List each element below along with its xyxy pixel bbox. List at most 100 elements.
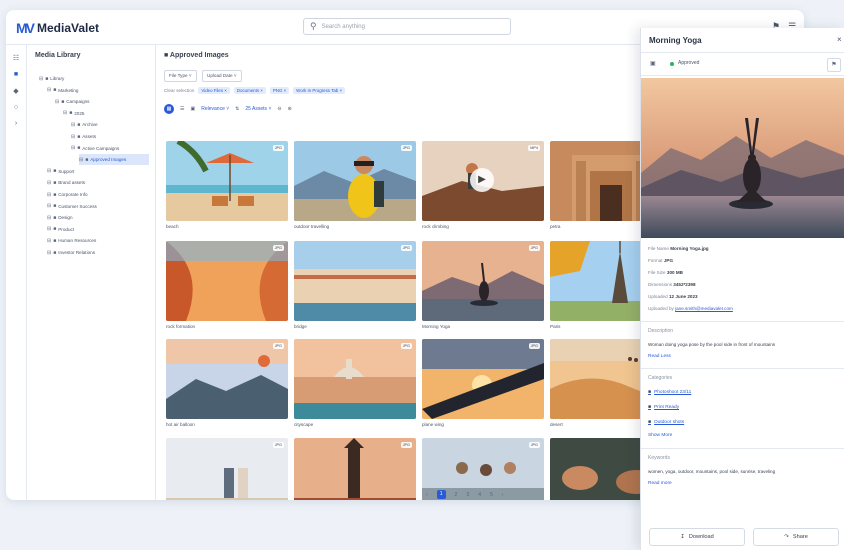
tree-item[interactable]: ⊟ ■ Corporate Info [47, 189, 149, 200]
asset-card[interactable]: JPG [294, 438, 416, 500]
clear-selection-link[interactable]: Clear selection [164, 88, 194, 93]
asset-card[interactable]: JPG [166, 438, 288, 500]
list-view-icon[interactable]: ☰ [180, 106, 184, 112]
search-input[interactable]: Search anything [322, 24, 365, 30]
tree-item[interactable]: ⊟ ■ Product [47, 224, 149, 235]
tree-item[interactable]: ⊟ ■ 2025 [63, 108, 149, 119]
tree-item[interactable]: ⊟ ■ Library [39, 73, 149, 84]
tag-icon[interactable]: ◆ [6, 87, 26, 95]
expand-toggle-icon[interactable]: ⊟ [39, 76, 43, 82]
zoom-out-icon[interactable]: ⊖ [277, 106, 281, 112]
tree-item[interactable]: ⊟ ■ Human Resources [47, 235, 149, 246]
folder-icon[interactable]: ■ [6, 71, 26, 78]
show-more-link[interactable]: Show More [648, 433, 672, 438]
gallery-view-icon[interactable]: ▣ [190, 106, 195, 112]
upload-date-filter[interactable]: Upload Date ˅ [202, 70, 242, 82]
expand-toggle-icon[interactable]: ⊟ [55, 99, 59, 105]
asset-card[interactable]: JPG hot air balloon [166, 339, 288, 431]
zoom-in-icon[interactable]: ⊕ [288, 106, 292, 112]
asset-card[interactable]: MP4 ▶ rock climbing [422, 141, 544, 233]
page-1[interactable]: 1 [436, 490, 446, 499]
bell-icon[interactable]: ⚑ [827, 58, 841, 72]
asset-thumbnail[interactable] [294, 241, 416, 321]
asset-thumbnail[interactable] [166, 241, 288, 321]
tree-item-label: Corporate Info [58, 192, 88, 197]
asset-thumbnail[interactable] [166, 339, 288, 419]
category-link[interactable]: ■ Photoshoot 23/11 [648, 389, 691, 395]
sort-dropdown[interactable]: Relevance ˅ [201, 106, 229, 112]
tree-item[interactable]: ⊟ ■ Brand assets [47, 177, 149, 188]
page-3[interactable]: 3 [466, 492, 469, 498]
asset-card[interactable]: JPG rock formation [166, 241, 288, 333]
filter-icon[interactable]: ☷ [6, 54, 26, 62]
grid-view-icon[interactable]: ▦ [164, 104, 174, 114]
sort-order-icon[interactable]: ⇅ [235, 106, 239, 112]
asset-thumbnail[interactable] [166, 438, 288, 500]
expand-toggle-icon[interactable]: ⊟ [47, 226, 51, 232]
expand-toggle-icon[interactable]: ⊟ [47, 203, 51, 209]
read-more-link[interactable]: Read more [648, 481, 672, 486]
page-2[interactable]: 2 [455, 492, 458, 498]
category-link[interactable]: ■ Print Ready [648, 404, 679, 410]
asset-thumbnail[interactable] [422, 241, 544, 321]
asset-thumbnail[interactable] [294, 438, 416, 500]
play-icon[interactable]: ▶ [470, 168, 494, 192]
tree-item[interactable]: ⊟ ■ Active Campaigns [71, 143, 149, 154]
file-type-filter[interactable]: File Type ˅ [164, 70, 197, 82]
meta-value: 12 June 2023 [668, 294, 698, 299]
page-5[interactable]: 5 [490, 492, 493, 498]
tree-item[interactable]: ⊟ ■ Archive [71, 119, 149, 130]
tree-item[interactable]: ⊟ ■ Approved Images [79, 154, 149, 166]
share-button[interactable]: ↷ Share [753, 528, 839, 546]
page-size-dropdown[interactable]: 25 Assets ˅ [245, 106, 271, 112]
asset-card[interactable]: JPG plane wing [422, 339, 544, 431]
share-icon[interactable]: ○ [6, 104, 26, 111]
asset-card[interactable]: JPG bridge [294, 241, 416, 333]
filter-chip[interactable]: Video Files × [198, 87, 230, 94]
tree-item[interactable]: ⊟ ■ Support [47, 166, 149, 177]
search-bar[interactable]: ⚲ Search anything [303, 18, 511, 35]
category-label: Outdoor shots [654, 419, 685, 425]
asset-card[interactable]: JPG cityscape [294, 339, 416, 431]
tree-item[interactable]: ⊟ ■ Assets [71, 131, 149, 142]
collapse-icon[interactable]: › [6, 120, 26, 127]
download-button[interactable]: ↧ Download [649, 528, 745, 546]
expand-toggle-icon[interactable]: ⊟ [71, 122, 75, 128]
asset-thumbnail[interactable] [166, 141, 288, 221]
filter-chip[interactable]: PNG × [269, 87, 290, 94]
asset-card[interactable]: JPG beach [166, 141, 288, 233]
close-icon[interactable]: × [837, 35, 842, 44]
asset-thumbnail[interactable] [294, 339, 416, 419]
expand-toggle-icon[interactable]: ⊟ [71, 134, 75, 140]
expand-toggle-icon[interactable]: ⊟ [47, 192, 51, 198]
lock-icon[interactable]: ▣ [650, 60, 656, 67]
filter-chip[interactable]: Work In Progress Tab × [293, 87, 346, 94]
tree-item[interactable]: ⊟ ■ Design [47, 212, 149, 223]
read-less-link[interactable]: Read Less [648, 354, 671, 359]
tree-item[interactable]: ⊟ ■ Customer Success [47, 201, 149, 212]
expand-toggle-icon[interactable]: ⊟ [47, 87, 51, 93]
asset-card[interactable]: JPG Morning Yoga [422, 241, 544, 333]
tree-item[interactable]: ⊟ ■ Campaigns [55, 96, 149, 107]
category-link[interactable]: ■ Outdoor shots [648, 419, 684, 425]
tree-item[interactable]: ⊟ ■ Investor Relations [47, 247, 149, 258]
expand-toggle-icon[interactable]: ⊟ [63, 110, 67, 116]
filter-chip[interactable]: Documents × [233, 87, 266, 94]
expand-toggle-icon[interactable]: ⊟ [47, 180, 51, 186]
page-4[interactable]: 4 [478, 492, 481, 498]
tree-item-label: Library [50, 76, 65, 81]
expand-toggle-icon[interactable]: ⊟ [71, 145, 75, 151]
tree-item[interactable]: ⊟ ■ Marketing [47, 85, 149, 96]
expand-toggle-icon[interactable]: ⊟ [47, 250, 51, 256]
expand-toggle-icon[interactable]: ⊟ [47, 168, 51, 174]
asset-card[interactable]: JPG outdoor travelling [294, 141, 416, 233]
logo[interactable]: MV MediaValet [16, 20, 99, 36]
expand-toggle-icon[interactable]: ⊟ [47, 215, 51, 221]
asset-thumbnail[interactable] [294, 141, 416, 221]
prev-page-icon[interactable]: ‹ [426, 492, 428, 498]
asset-thumbnail[interactable] [422, 339, 544, 419]
uploader-email-link[interactable]: jane.smith@mediavalet.com [675, 306, 733, 311]
expand-toggle-icon[interactable]: ⊟ [47, 238, 51, 244]
next-page-icon[interactable]: › [502, 492, 504, 498]
expand-toggle-icon[interactable]: ⊟ [79, 157, 83, 163]
